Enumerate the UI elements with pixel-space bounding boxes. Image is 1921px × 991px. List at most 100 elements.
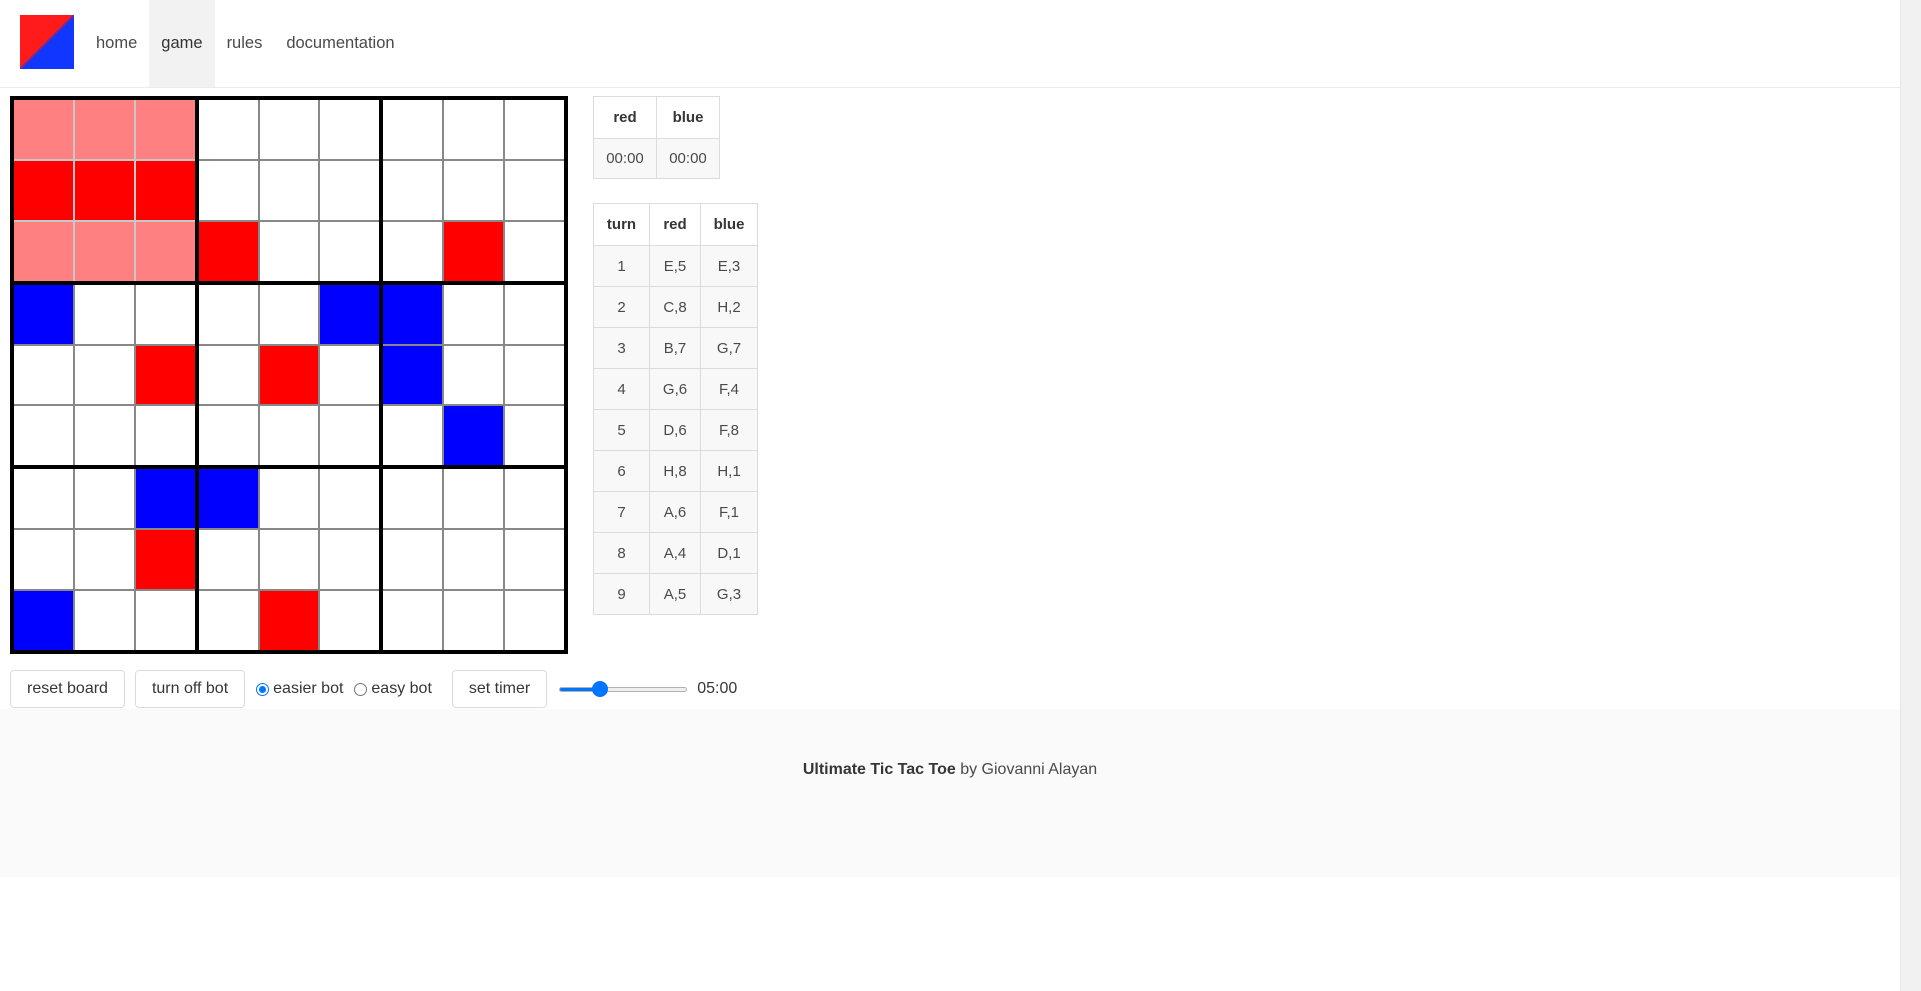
board-cell[interactable] <box>444 345 504 405</box>
board-cell[interactable] <box>14 100 73 159</box>
board-cell[interactable] <box>74 160 134 220</box>
board-cell[interactable] <box>444 469 504 529</box>
board-cell[interactable] <box>444 100 504 159</box>
board-cell[interactable] <box>320 345 380 405</box>
board-cell[interactable] <box>320 406 380 466</box>
board-cell[interactable] <box>259 530 319 590</box>
board-cell[interactable] <box>14 469 73 529</box>
board-cell[interactable] <box>198 100 258 159</box>
board-cell[interactable] <box>74 469 134 529</box>
board-cell[interactable] <box>135 406 195 466</box>
board-cell[interactable] <box>505 406 564 466</box>
board-cell[interactable] <box>198 345 258 405</box>
easy-bot-radio[interactable] <box>354 682 368 696</box>
easier-bot-radio[interactable] <box>256 682 270 696</box>
nav-item-game[interactable]: game <box>149 0 215 87</box>
board-cell[interactable] <box>383 100 443 159</box>
board-cell[interactable] <box>444 221 504 281</box>
move-turn: 1 <box>593 245 650 287</box>
board-cell[interactable] <box>74 221 134 281</box>
board-cell[interactable] <box>135 221 195 281</box>
board-cell[interactable] <box>320 100 380 159</box>
board-cell[interactable] <box>259 469 319 529</box>
board-cell[interactable] <box>383 469 443 529</box>
board-cell[interactable] <box>198 160 258 220</box>
board-cell[interactable] <box>505 100 564 159</box>
reset-board-button[interactable]: reset board <box>10 670 125 708</box>
footer-credit: Ultimate Tic Tac Toe by Giovanni Alayan <box>803 761 1097 877</box>
board-cell[interactable] <box>444 160 504 220</box>
board-cell[interactable] <box>198 530 258 590</box>
board-cell[interactable] <box>259 284 319 344</box>
vertical-scrollbar[interactable] <box>1900 0 1921 991</box>
board-cell[interactable] <box>74 284 134 344</box>
board-cell[interactable] <box>320 221 380 281</box>
board-cell[interactable] <box>135 530 195 590</box>
board-cell[interactable] <box>383 530 443 590</box>
board-cell[interactable] <box>259 591 319 650</box>
board-cell[interactable] <box>74 100 134 159</box>
board-cell[interactable] <box>14 345 73 405</box>
board-cell[interactable] <box>259 221 319 281</box>
board-cell[interactable] <box>198 469 258 529</box>
board-cell[interactable] <box>135 284 195 344</box>
board-cell[interactable] <box>383 221 443 281</box>
board-cell[interactable] <box>259 160 319 220</box>
board-cell[interactable] <box>444 406 504 466</box>
board-cell[interactable] <box>135 160 195 220</box>
board-cell[interactable] <box>14 406 73 466</box>
board-cell[interactable] <box>198 284 258 344</box>
board-cell[interactable] <box>444 591 504 650</box>
slider-thumb[interactable] <box>591 681 608 697</box>
board-cell[interactable] <box>74 406 134 466</box>
board-cell[interactable] <box>383 406 443 466</box>
board-cell[interactable] <box>505 284 564 344</box>
board-cell[interactable] <box>198 221 258 281</box>
board-cell[interactable] <box>505 591 564 650</box>
board-cell[interactable] <box>320 284 380 344</box>
board-cell[interactable] <box>135 100 195 159</box>
board-cell[interactable] <box>259 100 319 159</box>
table-row: 5 D,6 F,8 <box>593 409 758 451</box>
board-cell[interactable] <box>383 345 443 405</box>
board-cell[interactable] <box>74 345 134 405</box>
board-cell[interactable] <box>74 591 134 650</box>
board-cell[interactable] <box>198 591 258 650</box>
board-cell[interactable] <box>505 530 564 590</box>
board-cell[interactable] <box>320 530 380 590</box>
board-cell[interactable] <box>259 345 319 405</box>
board-cell[interactable] <box>505 160 564 220</box>
turn-off-bot-button[interactable]: turn off bot <box>134 670 246 708</box>
board-cell[interactable] <box>444 284 504 344</box>
board-cell[interactable] <box>383 591 443 650</box>
set-timer-button[interactable]: set timer <box>451 670 548 708</box>
table-row: 3 B,7 G,7 <box>593 327 758 369</box>
board-cell[interactable] <box>383 284 443 344</box>
board-cell[interactable] <box>259 406 319 466</box>
board-cell[interactable] <box>14 284 73 344</box>
board-cell[interactable] <box>14 591 73 650</box>
board-cell[interactable] <box>14 221 73 281</box>
board-cell[interactable] <box>198 406 258 466</box>
board-cell[interactable] <box>505 469 564 529</box>
board-cell[interactable] <box>383 160 443 220</box>
board-cell[interactable] <box>320 469 380 529</box>
move-blue: E,3 <box>700 245 758 287</box>
board-cell[interactable] <box>135 469 195 529</box>
board-cell[interactable] <box>14 530 73 590</box>
nav-item-home[interactable]: home <box>84 0 149 87</box>
board-cell[interactable] <box>320 591 380 650</box>
board-cell[interactable] <box>135 345 195 405</box>
board-cell[interactable] <box>505 221 564 281</box>
nav-item-documentation[interactable]: documentation <box>274 0 406 87</box>
board-cell[interactable] <box>505 345 564 405</box>
timer-slider[interactable] <box>559 681 688 697</box>
board-cell[interactable] <box>14 160 73 220</box>
board-cell[interactable] <box>320 160 380 220</box>
move-red: G,6 <box>649 368 701 410</box>
nav-item-rules[interactable]: rules <box>215 0 275 87</box>
board-cell[interactable] <box>444 530 504 590</box>
logo[interactable] <box>20 15 74 69</box>
board-cell[interactable] <box>74 530 134 590</box>
board-cell[interactable] <box>135 591 195 650</box>
